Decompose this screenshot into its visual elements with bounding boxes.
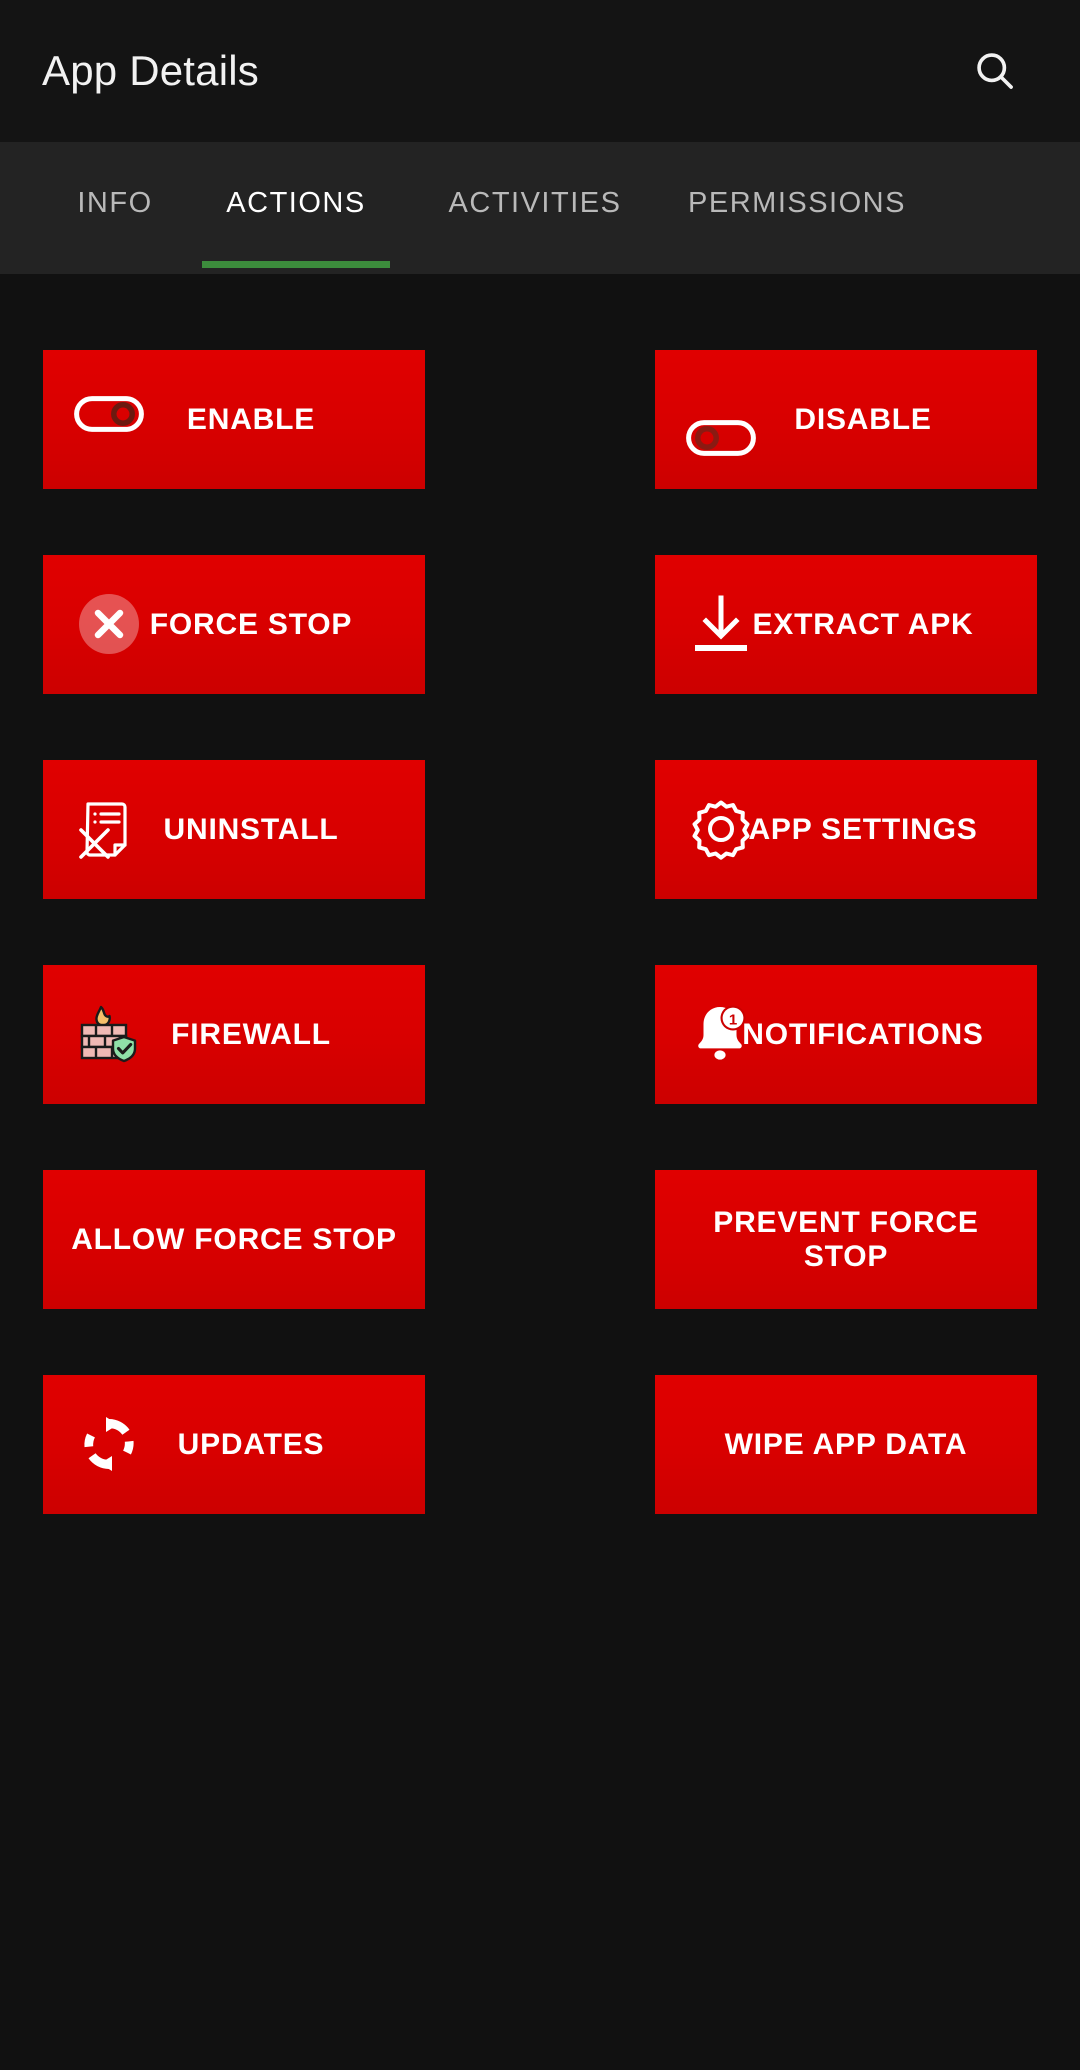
actions-row: ALLOW FORCE STOP PREVENT FORCE STOP — [43, 1170, 1037, 1309]
allow-force-stop-button-label: ALLOW FORCE STOP — [71, 1222, 397, 1256]
extract-apk-button[interactable]: EXTRACT APK — [655, 555, 1037, 694]
circle-x-icon — [73, 588, 145, 660]
actions-row: ENABLE DISABLE — [43, 350, 1037, 489]
prevent-force-stop-button-label: PREVENT FORCE STOP — [713, 1205, 979, 1273]
search-button[interactable] — [960, 36, 1030, 106]
actions-row: UNINSTALL APP SETTINGS — [43, 760, 1037, 899]
tab-info[interactable]: INFO — [42, 142, 188, 274]
notification-badge-count: 1 — [729, 1011, 737, 1028]
app-bar: App Details — [0, 0, 1080, 142]
allow-force-stop-button[interactable]: ALLOW FORCE STOP — [43, 1170, 425, 1309]
toggle-off-icon — [685, 402, 757, 474]
wipe-app-data-button-label: WIPE APP DATA — [724, 1427, 968, 1461]
page-title: App Details — [42, 47, 259, 94]
prevent-force-stop-button[interactable]: PREVENT FORCE STOP — [655, 1170, 1037, 1309]
bell-badge-icon: 1 — [685, 998, 757, 1070]
tab-permissions[interactable]: PERMISSIONS — [666, 142, 928, 274]
download-icon — [685, 588, 757, 660]
app-settings-button[interactable]: APP SETTINGS — [655, 760, 1037, 899]
search-icon — [972, 48, 1018, 94]
document-x-icon — [73, 793, 145, 865]
notifications-button[interactable]: 1 NOTIFICATIONS — [655, 965, 1037, 1104]
actions-row: FIREWALL 1 NOTIFICATIONS — [43, 965, 1037, 1104]
actions-row: UPDATES WIPE APP DATA — [43, 1375, 1037, 1514]
actions-grid: ENABLE DISABLE FORCE STOP EXTRACT APK UN… — [43, 350, 1037, 1514]
toggle-on-icon — [73, 378, 145, 450]
updates-button[interactable]: UPDATES — [43, 1375, 425, 1514]
firewall-button[interactable]: FIREWALL — [43, 965, 425, 1104]
sync-refresh-icon — [73, 1408, 145, 1480]
disable-button[interactable]: DISABLE — [655, 350, 1037, 489]
tab-activities[interactable]: ACTIVITIES — [404, 142, 666, 274]
wipe-app-data-button[interactable]: WIPE APP DATA — [655, 1375, 1037, 1514]
actions-row: FORCE STOP EXTRACT APK — [43, 555, 1037, 694]
tab-actions[interactable]: ACTIONS — [188, 142, 404, 274]
firewall-brick-shield-icon — [73, 998, 145, 1070]
tab-bar: INFO ACTIONS ACTIVITIES PERMISSIONS — [0, 142, 1080, 274]
tab-permissions-label: PERMISSIONS — [688, 186, 906, 219]
tab-activities-label: ACTIVITIES — [448, 186, 622, 219]
tab-info-label: INFO — [77, 186, 153, 219]
app-details-screen: App Details INFO ACTIONS ACTIVITIES PERM… — [0, 0, 1080, 2070]
tab-actions-label: ACTIONS — [226, 186, 366, 219]
gear-icon — [685, 793, 757, 865]
force-stop-button[interactable]: FORCE STOP — [43, 555, 425, 694]
tab-indicator-active — [202, 261, 390, 268]
uninstall-button[interactable]: UNINSTALL — [43, 760, 425, 899]
enable-button[interactable]: ENABLE — [43, 350, 425, 489]
